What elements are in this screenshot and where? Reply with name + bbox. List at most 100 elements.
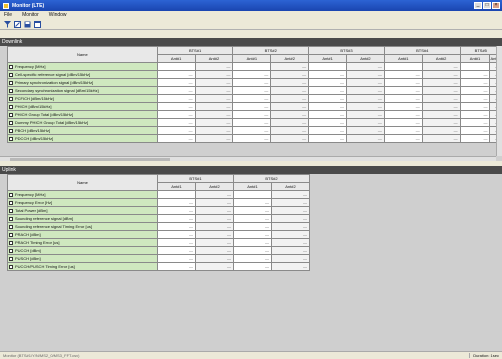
scroll-thumb[interactable] [10,158,170,161]
row-name-cell[interactable]: PUCCH [dBm] [7,246,158,255]
bts2-header[interactable]: BTS#2 [232,46,310,55]
row-name-cell[interactable]: Frequency Error [Hz] [7,198,158,207]
row-checkbox[interactable] [9,72,13,77]
row-checkbox[interactable] [9,120,13,125]
bts2-header[interactable]: BTS#2 [233,174,310,183]
antenna-column-header[interactable]: Ant#2 [194,54,234,63]
table-row[interactable]: Primary synchronization signal [dBm/15kH… [7,78,502,87]
row-name-cell[interactable]: Frequency [MHz] [7,190,158,199]
table-row[interactable]: PDCCH [dBm/15kHz]—————————— [7,134,502,143]
table-row[interactable]: PUSCH [dBm] — — — — [7,254,310,263]
antenna-column-header[interactable]: Ant#2 [346,54,385,63]
row-checkbox[interactable] [9,200,13,205]
filter-icon[interactable] [3,20,11,28]
row-name-cell[interactable]: PCFICH [dBm/15kHz] [7,94,158,103]
bts4-header[interactable]: BTS#4 [383,46,461,55]
row-name-cell[interactable]: Frequency [MHz] [7,62,158,71]
row-checkbox[interactable] [9,232,13,237]
table-row[interactable]: PUCCH/PUSCH Timing Error [us] — — — — [7,262,310,271]
value-cell: — [157,206,196,215]
row-name-cell[interactable]: PRACH [dBm] [7,230,158,239]
row-checkbox[interactable] [9,64,13,69]
row-label: Dummy PHICH Group Total [dBm/15kHz] [15,120,89,125]
row-checkbox[interactable] [9,128,13,133]
row-checkbox[interactable] [9,208,13,213]
close-button[interactable]: × [492,2,500,9]
antenna-column-header[interactable]: Ant#2 [421,54,461,63]
table-row[interactable]: Frequency Error [Hz] — — — — [7,198,310,207]
antenna-column-header[interactable]: Ant#1 [233,182,272,191]
row-name-cell[interactable]: PUSCH [dBm] [7,254,158,263]
antenna-column-header[interactable]: Ant#2 [270,54,310,63]
row-name-cell[interactable]: PUCCH/PUSCH Timing Error [us] [7,262,158,271]
row-name-cell[interactable]: Primary synchronization signal [dBm/15kH… [7,78,158,87]
antenna-column-header[interactable]: Ant#1 [232,54,272,63]
row-name-cell[interactable]: Cell-specific reference signal [dBm/15kH… [7,70,158,79]
antenna-column-header[interactable]: Ant#1 [383,54,423,63]
table-row[interactable]: Sounding reference signal Timing Error [… [7,222,310,231]
bts3-header[interactable]: BTS#3 [308,46,385,55]
row-checkbox[interactable] [9,112,13,117]
table-row[interactable]: PRACH Timing Error [us] — — — — [7,238,310,247]
row-name-cell[interactable]: PBCH [dBm/15kHz] [7,126,158,135]
row-checkbox[interactable] [9,96,13,101]
row-name-cell[interactable]: Sounding reference signal Timing Error [… [7,222,158,231]
name-column-header[interactable]: Name [7,174,158,191]
menu-monitor[interactable]: Monitor [22,12,39,18]
row-checkbox[interactable] [9,88,13,93]
menu-window[interactable]: Window [49,12,67,18]
row-name-cell[interactable]: Secondary synchronization signal [dBm/15… [7,86,158,95]
row-name-cell[interactable]: PDCCH [dBm/15kHz] [7,134,158,143]
table-row[interactable]: Frequency [MHz]————— [7,62,502,71]
table-row[interactable]: Sounding reference signal [dBm] — — — — [7,214,310,223]
bts1-header[interactable]: BTS#1 [157,174,234,183]
antenna-column-header[interactable]: Ant#1 [156,54,196,63]
table-row[interactable]: PBCH [dBm/15kHz]—————————— [7,126,502,135]
row-checkbox[interactable] [9,192,13,197]
antenna-column-header[interactable]: Ant#1 [308,54,347,63]
table-row[interactable]: PHICH [dBm/15kHz]—————————— [7,102,502,111]
table-row[interactable]: PHICH Group Total [dBm/15kHz]—————————— [7,110,502,119]
row-name-cell[interactable]: Total Power [dBm] [7,206,158,215]
antenna-column-header[interactable]: Ant#2 [195,182,234,191]
value-cell: — [346,118,385,127]
maximize-button[interactable]: □ [483,2,491,9]
row-name-cell[interactable]: PHICH [dBm/15kHz] [7,102,158,111]
row-name-cell[interactable]: PRACH Timing Error [us] [7,238,158,247]
value-cell: — [156,134,196,143]
row-checkbox[interactable] [9,264,13,269]
row-name-cell[interactable]: Dummy PHICH Group Total [dBm/15kHz] [7,118,158,127]
row-name-cell[interactable]: PHICH Group Total [dBm/15kHz] [7,110,158,119]
row-checkbox[interactable] [9,136,13,141]
row-checkbox[interactable] [9,104,13,109]
row-checkbox[interactable] [9,80,13,85]
row-checkbox[interactable] [9,216,13,221]
row-checkbox[interactable] [9,248,13,253]
table-row[interactable]: PUCCH [dBm] — — — — [7,246,310,255]
antenna-column-header[interactable]: Ant#1 [459,54,491,63]
row-name-cell[interactable]: Sounding reference signal [dBm] [7,214,158,223]
table-row[interactable]: Frequency [MHz] — — [7,190,310,199]
title-bar[interactable]: Monitor (LTE) _ □ × [0,0,502,11]
downlink-vertical-scrollbar[interactable] [496,46,502,156]
antenna-column-header[interactable]: Ant#1 [157,182,196,191]
downlink-horizontal-scrollbar[interactable] [0,156,496,161]
menu-file[interactable]: File [4,12,12,18]
save-icon[interactable] [23,20,31,28]
row-checkbox[interactable] [9,256,13,261]
antenna-column-header[interactable]: Ant#2 [271,182,310,191]
edit-icon[interactable] [13,20,21,28]
value-cell: — [346,126,385,135]
window-icon[interactable] [33,20,41,28]
row-checkbox[interactable] [9,224,13,229]
name-column-header[interactable]: Name [7,46,158,63]
row-checkbox[interactable] [9,240,13,245]
bts1-header[interactable]: BTS#1 [156,46,234,55]
minimize-button[interactable]: _ [474,2,482,9]
table-row[interactable]: Total Power [dBm] — — — — [7,206,310,215]
table-row[interactable]: Secondary synchronization signal [dBm/15… [7,86,502,95]
table-row[interactable]: Cell-specific reference signal [dBm/15kH… [7,70,502,79]
table-row[interactable]: PCFICH [dBm/15kHz]—————————— [7,94,502,103]
table-row[interactable]: Dummy PHICH Group Total [dBm/15kHz] — — — — —… [7,118,502,127]
table-row[interactable]: PRACH [dBm] — — — — [7,230,310,239]
